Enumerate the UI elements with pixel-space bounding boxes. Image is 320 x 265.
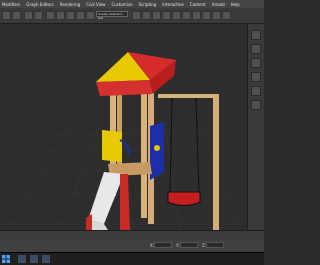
slide-bed [88,172,124,224]
main-toolbar: Create Selection Set [0,8,264,24]
menu-item-civil-view[interactable]: Civil View [86,2,105,7]
y-coordinate-field[interactable] [180,242,198,248]
modify-panel-icon[interactable] [251,44,261,54]
roof-red-front [96,80,152,96]
named-selection-icon[interactable] [132,11,141,20]
status-bar: X: Y: Z: [0,240,264,252]
menu-item-customize[interactable]: Customize [111,2,132,7]
panel-ornament [154,145,160,151]
swing-chain-right [195,97,200,195]
z-coordinate-field[interactable] [206,242,224,248]
menu-item-interactive[interactable]: Interactive [162,2,184,7]
select-by-name-icon[interactable] [56,11,65,20]
scale-icon[interactable] [86,11,95,20]
post-front-right [141,90,147,218]
mirror-icon[interactable] [142,11,151,20]
viewport[interactable] [0,24,264,230]
windows-start-icon[interactable] [2,255,10,263]
undo-icon[interactable] [2,11,11,20]
utilities-panel-icon[interactable] [251,100,261,110]
menu-item-rendering[interactable]: Rendering [60,2,80,7]
menu-item-content[interactable]: Content [190,2,206,7]
select-object-icon[interactable] [46,11,55,20]
render-setup-icon[interactable] [202,11,211,20]
menu-item-graph-editors[interactable]: Graph Editors [26,2,53,7]
menu-item-arnold[interactable]: Arnold [212,2,225,7]
x-coordinate-field[interactable] [154,242,172,248]
align-icon[interactable] [152,11,161,20]
create-panel-icon[interactable] [251,30,261,40]
menu-item-scripting[interactable]: Scripting [138,2,156,7]
render-icon[interactable] [222,11,231,20]
layer-icon[interactable] [162,11,171,20]
swing-beam [158,94,218,98]
schematic-view-icon[interactable] [182,11,191,20]
menu-item-help[interactable]: Help [231,2,240,7]
move-icon[interactable] [66,11,75,20]
taskbar [0,252,264,265]
link-icon[interactable] [24,11,33,20]
redo-icon[interactable] [12,11,21,20]
taskbar-app-browser[interactable] [30,255,38,263]
ground-grid [0,123,264,230]
menu-bar: Modifiers Graph Editors Rendering Civil … [0,0,264,8]
slide-rail-left [86,214,92,230]
motion-panel-icon[interactable] [251,72,261,82]
unlink-icon[interactable] [34,11,43,20]
y-label: Y: [176,243,180,248]
menu-item-modifiers[interactable]: Modifiers [2,2,20,7]
viewport-scene [0,52,264,230]
taskbar-app-explorer[interactable] [18,255,26,263]
material-editor-icon[interactable] [192,11,201,20]
command-panel [247,24,264,230]
swing-seat [167,191,201,206]
hierarchy-panel-icon[interactable] [251,58,261,68]
curve-editor-icon[interactable] [172,11,181,20]
selection-set-dropdown[interactable]: Create Selection Set [96,11,128,20]
rotate-icon[interactable] [76,11,85,20]
render-frame-icon[interactable] [212,11,221,20]
panel-yellow [102,130,122,162]
swing-post-right [213,94,219,230]
display-panel-icon[interactable] [251,86,261,96]
taskbar-app-3dsmax[interactable] [42,255,50,263]
swing-chain-left [169,97,173,195]
slide-rail-right [120,174,130,230]
